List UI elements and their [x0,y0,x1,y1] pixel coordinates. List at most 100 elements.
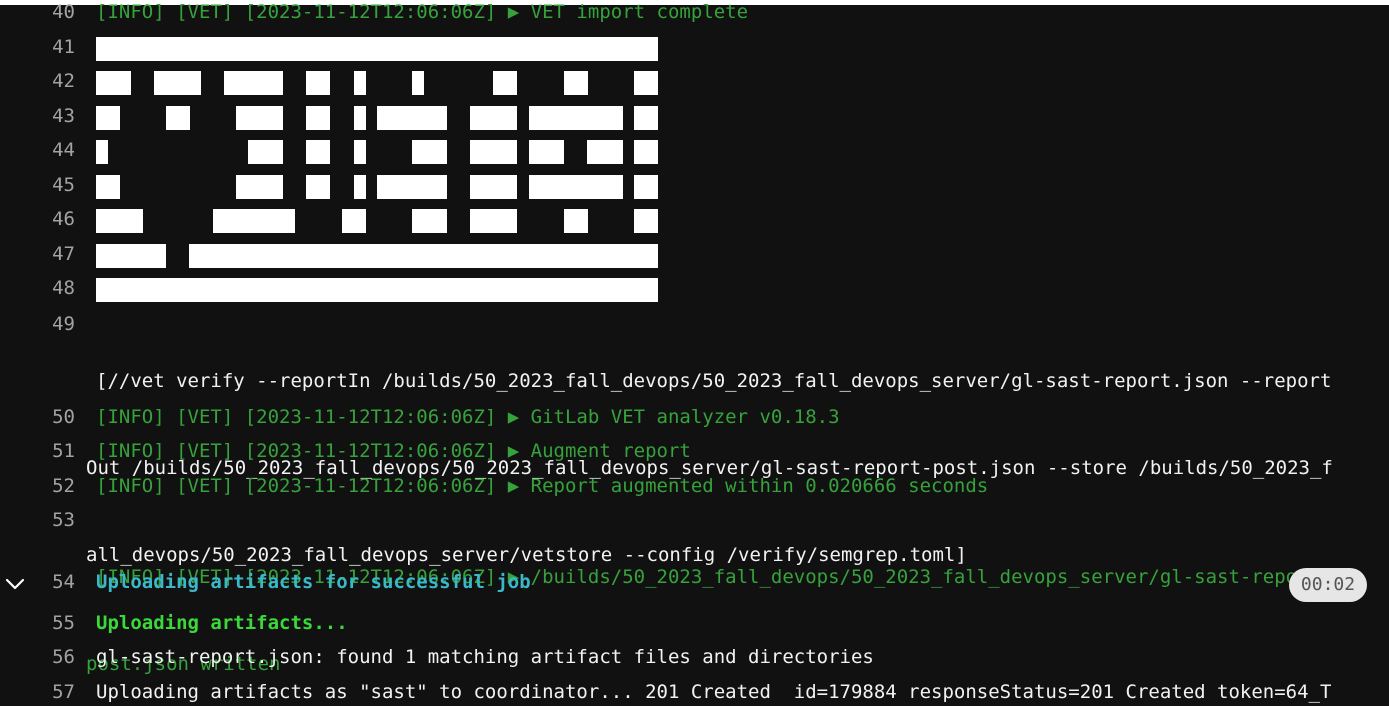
line-number[interactable]: 50 [30,402,75,432]
banner-block [236,106,283,130]
banner-block [354,106,366,130]
ascii-banner-row [96,71,658,95]
line-number[interactable]: 55 [30,608,75,638]
line-number[interactable]: 51 [30,436,75,466]
banner-block [634,209,658,233]
ascii-banner-row [96,37,658,61]
job-log: 40 [INFO] [VET] [2023-11-12T12:06:06Z] ▶… [0,0,1389,706]
banner-block [634,71,658,95]
banner-block [412,140,447,164]
line-number[interactable]: 43 [30,101,75,131]
banner-block [564,209,588,233]
log-text-segment: [//vet verify --reportIn /builds/50_2023… [96,370,1332,392]
banner-block [587,140,623,164]
section-header-upload-artifacts[interactable]: 54 Uploading artifacts for successful jo… [0,567,1389,603]
line-number[interactable]: 47 [30,239,75,269]
ascii-banner-row [96,106,658,130]
log-line: 52 [INFO] [VET] [2023-11-12T12:06:06Z] ▶… [0,471,1389,505]
log-line: 47 [0,239,1389,273]
ascii-banner-row [96,278,658,302]
banner-block [412,209,447,233]
banner-block [306,71,330,95]
log-line: 46 [0,204,1389,238]
banner-block [412,71,424,95]
line-number[interactable]: 42 [30,66,75,96]
banner-block [354,175,366,199]
banner-block [634,106,658,130]
line-number[interactable]: 57 [30,677,75,706]
banner-block [564,71,588,95]
banner-block [189,244,658,268]
log-line: 56 gl-sast-report.json: found 1 matching… [0,642,1389,676]
line-number[interactable]: 41 [30,32,75,62]
log-text: gl-sast-report.json: found 1 matching ar… [96,646,874,668]
banner-block [354,71,366,95]
banner-block [377,175,447,199]
banner-block [306,106,330,130]
log-line: 43 [0,101,1389,135]
banner-block [354,140,366,164]
log-line: 44 [0,135,1389,169]
line-number[interactable]: 56 [30,642,75,672]
banner-block [96,37,658,61]
log-line: 55 Uploading artifacts... [0,608,1389,642]
banner-block [166,106,190,130]
section-duration-badge: 00:02 [1289,568,1367,602]
banner-block [96,140,108,164]
banner-block [529,175,623,199]
banner-block [224,71,283,95]
banner-block [377,106,447,130]
banner-block [154,71,201,95]
line-number[interactable]: 49 [30,309,75,339]
line-number[interactable]: 44 [30,135,75,165]
line-number[interactable]: 54 [30,567,75,597]
log-line: 53 [INFO] [VET] [2023-11-12T12:06:06Z] ▶… [0,505,1389,675]
banner-block [634,175,658,199]
banner-block [342,209,366,233]
ascii-banner-row [96,140,658,164]
log-line: 57 Uploading artifacts as "sast" to coor… [0,677,1389,706]
ascii-banner-row [96,175,658,199]
banner-block [306,140,330,164]
section-title: Uploading artifacts for successful job [96,571,531,593]
log-line: 51 [INFO] [VET] [2023-11-12T12:06:06Z] ▶… [0,436,1389,470]
banner-block [96,71,131,95]
chevron-down-icon[interactable] [4,573,26,595]
log-text: Uploading artifacts as "sast" to coordin… [96,681,1332,703]
line-number[interactable]: 46 [30,204,75,234]
banner-block [96,278,658,302]
banner-block [470,140,517,164]
banner-block [306,175,330,199]
log-text: [INFO] [VET] [2023-11-12T12:06:06Z] ▶ Au… [96,440,691,462]
banner-block [248,140,283,164]
banner-block [470,209,517,233]
log-line: 41 [0,32,1389,66]
line-number[interactable]: 40 [30,0,75,27]
banner-block [470,175,517,199]
banner-block [96,209,143,233]
ascii-banner-row [96,209,658,233]
banner-block [529,106,623,130]
line-number[interactable]: 45 [30,170,75,200]
log-line: 48 [0,273,1389,307]
log-text: Uploading artifacts... [96,612,348,634]
banner-block [236,175,283,199]
banner-block [96,106,120,130]
line-number[interactable]: 48 [30,273,75,303]
log-line: 40 [INFO] [VET] [2023-11-12T12:06:06Z] ▶… [0,0,1389,31]
banner-block [529,140,564,164]
banner-block [634,140,658,164]
log-text: [INFO] [VET] [2023-11-12T12:06:06Z] ▶ Gi… [96,406,840,428]
log-line: 50 [INFO] [VET] [2023-11-12T12:06:06Z] ▶… [0,402,1389,436]
log-line: 45 [0,170,1389,204]
line-number[interactable]: 52 [30,471,75,501]
log-text: [INFO] [VET] [2023-11-12T12:06:06Z] ▶ Re… [96,475,989,497]
line-number[interactable]: 53 [30,505,75,535]
ascii-banner-row [96,244,658,268]
banner-block [96,244,166,268]
banner-block [96,175,120,199]
log-line: 42 [0,66,1389,100]
log-line: 49 [//vet verify --reportIn /builds/50_2… [0,309,1389,566]
log-text: [INFO] [VET] [2023-11-12T12:06:06Z] ▶ VE… [96,1,749,23]
banner-block [470,106,517,130]
